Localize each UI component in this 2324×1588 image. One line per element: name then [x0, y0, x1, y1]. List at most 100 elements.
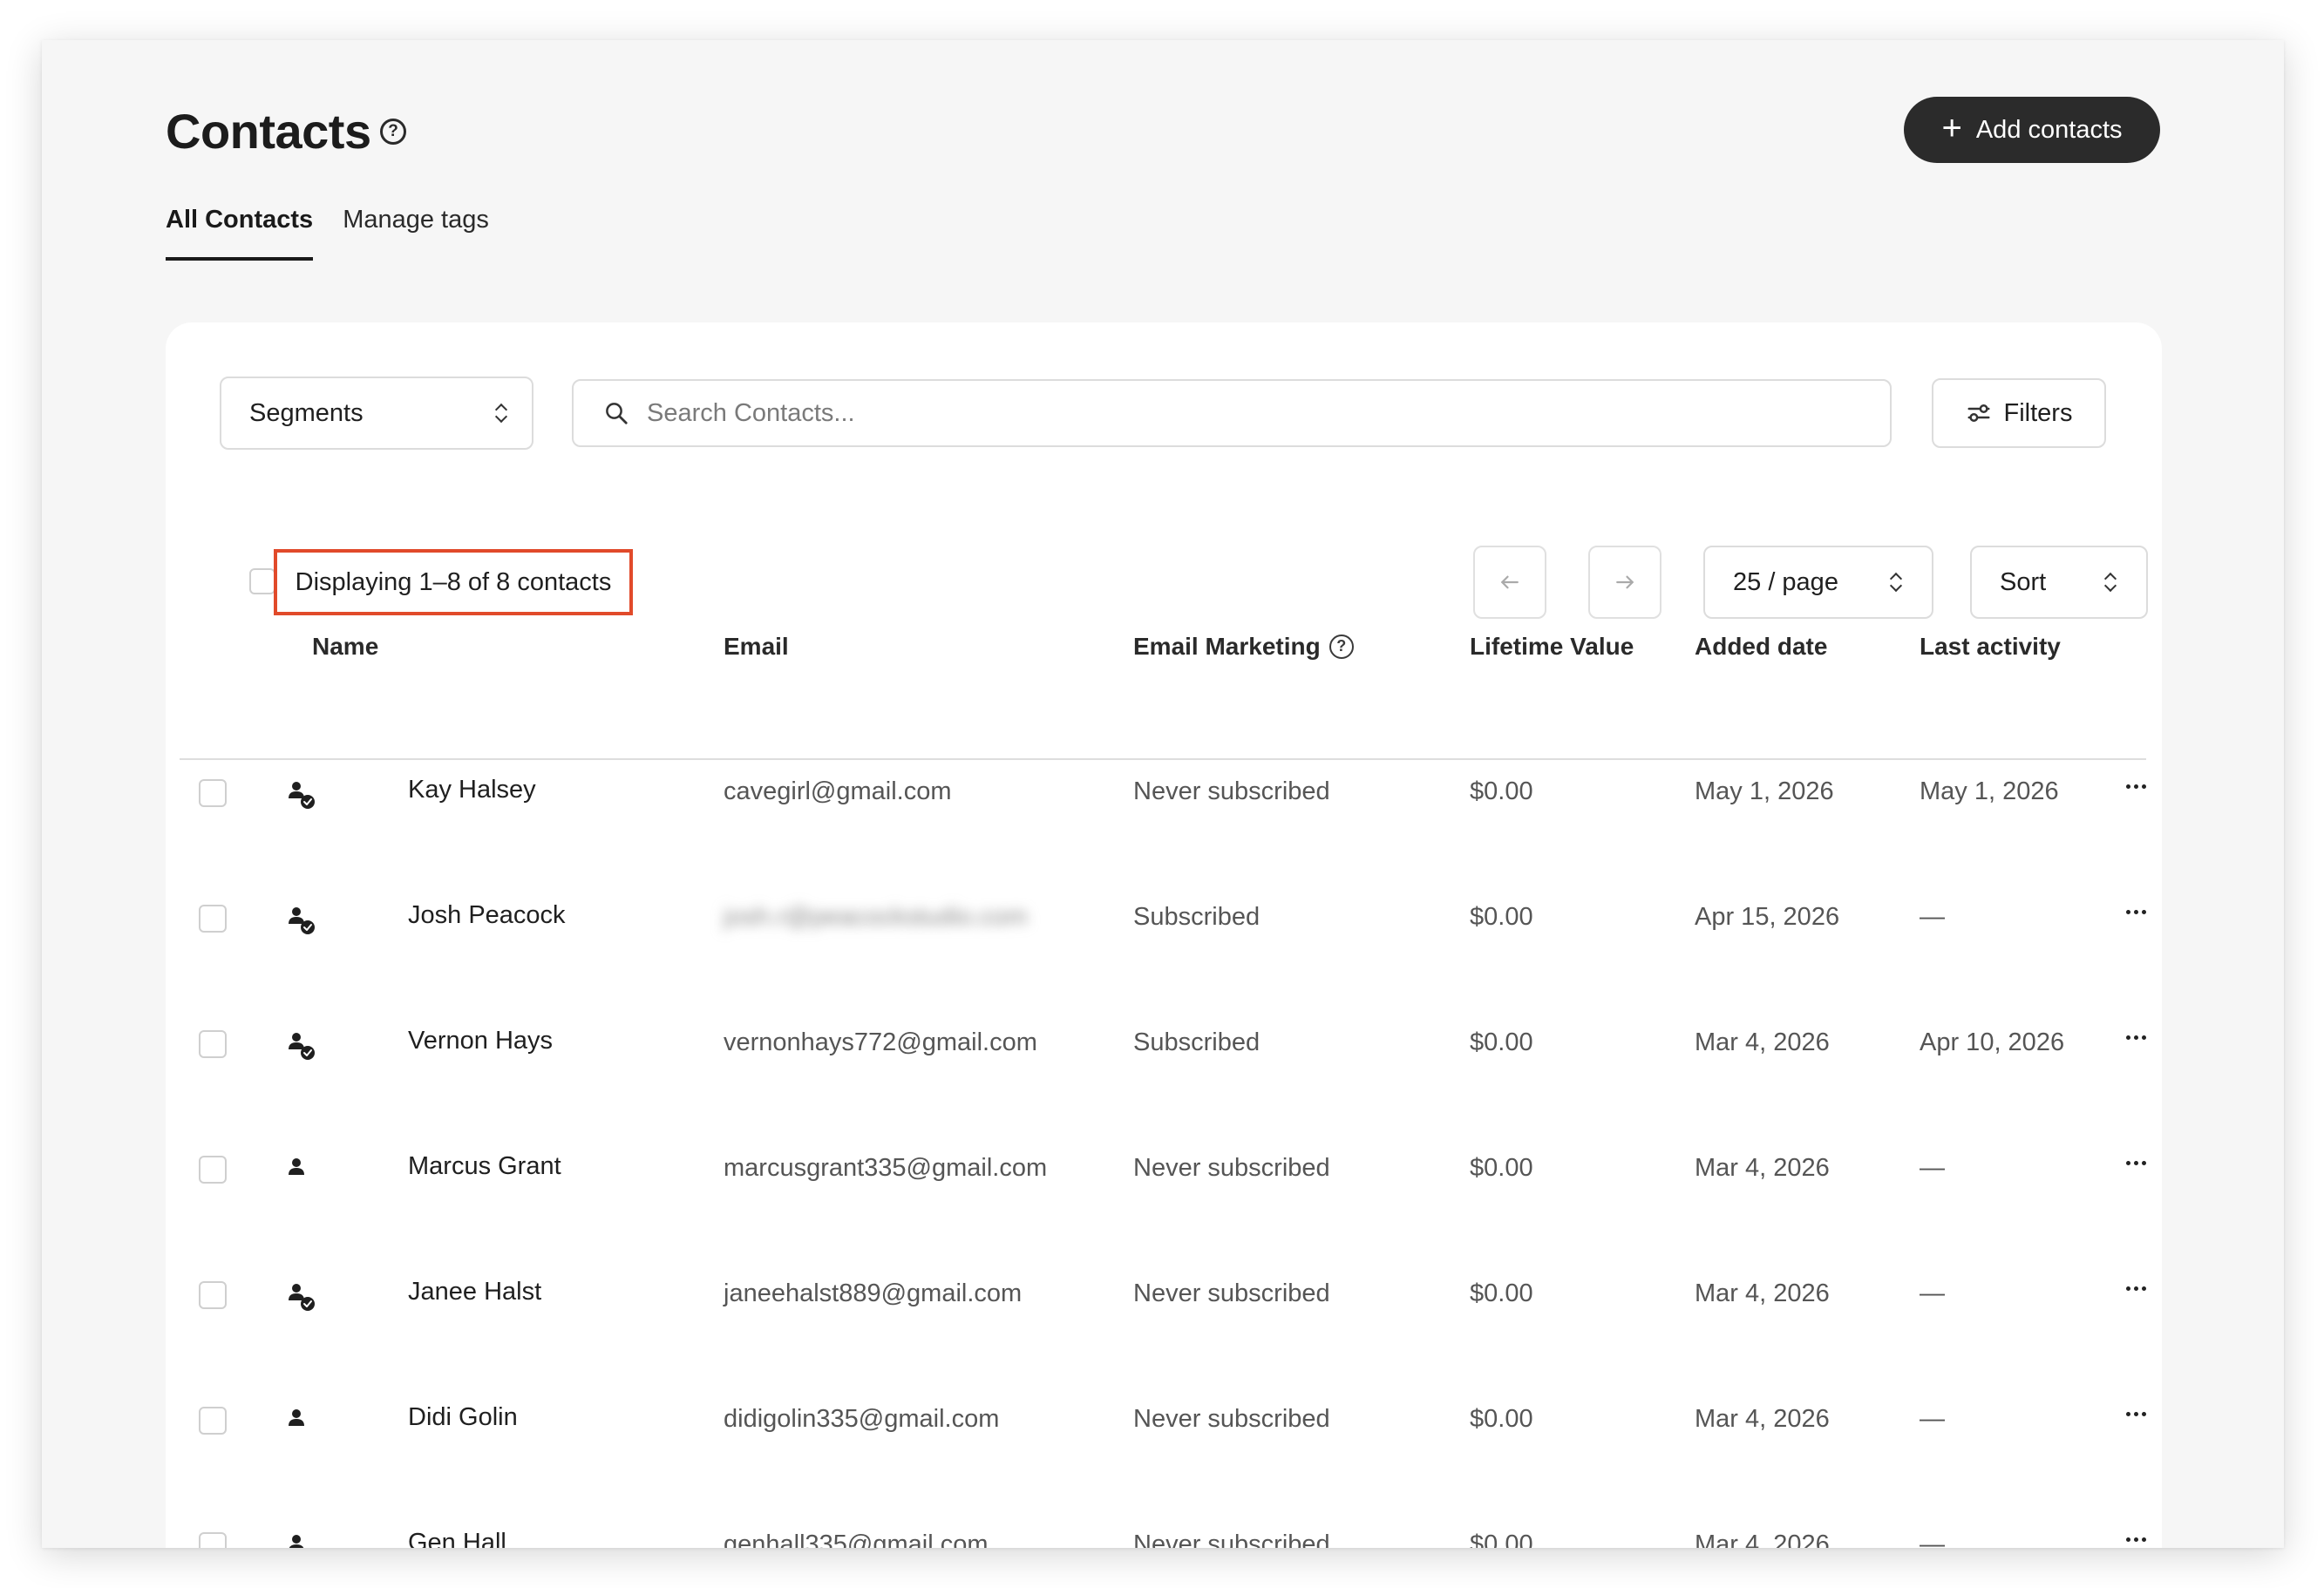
contact-email: vernonhays772@gmail.com — [724, 1028, 1037, 1056]
row-checkbox[interactable] — [199, 1030, 227, 1058]
last-activity: — — [1920, 1279, 1945, 1307]
sort-label: Sort — [2000, 567, 2047, 596]
prev-page-button[interactable] — [1473, 546, 1546, 619]
table-row[interactable]: Gen Hall genhall335@gmail.com Never subscr… — [166, 1483, 2162, 1548]
contact-email: genhall335@gmail.com — [724, 1530, 989, 1548]
more-options-icon[interactable] — [2118, 1527, 2153, 1548]
column-header-added-date[interactable]: Added date — [1695, 633, 1827, 661]
arrow-left-icon — [1501, 575, 1519, 589]
lifetime-value: $0.00 — [1470, 1279, 1533, 1307]
chevron-updown-icon — [2103, 572, 2117, 593]
more-options-icon[interactable] — [2118, 1276, 2153, 1300]
tab-all-contacts[interactable]: All Contacts — [166, 206, 314, 261]
email-marketing-label: Email Marketing — [1133, 633, 1321, 660]
search-input[interactable] — [647, 398, 1890, 428]
row-checkbox[interactable] — [199, 1407, 227, 1435]
row-checkbox[interactable] — [199, 1281, 227, 1309]
search-icon — [606, 403, 628, 424]
more-options-icon[interactable] — [2118, 1150, 2153, 1175]
added-date: Apr 15, 2026 — [1695, 903, 1840, 931]
app-window: Contacts ? + Add contacts All Contacts M… — [42, 40, 2284, 1548]
per-page-label: 25 / page — [1733, 567, 1838, 596]
contact-name[interactable]: Vernon Hays — [408, 1027, 553, 1055]
email-marketing-status: Subscribed — [1133, 903, 1261, 931]
sliders-icon — [1967, 404, 1990, 422]
row-checkbox[interactable] — [199, 1156, 227, 1184]
added-date: Mar 4, 2026 — [1695, 1405, 1830, 1433]
column-header-last-activity[interactable]: Last activity — [1920, 633, 2061, 661]
more-options-icon[interactable] — [2118, 774, 2153, 798]
contact-name[interactable]: Marcus Grant — [408, 1152, 561, 1181]
contact-name[interactable]: Didi Golin — [408, 1403, 518, 1432]
row-checkbox[interactable] — [199, 905, 227, 933]
table-row[interactable]: Kay Halsey cavegirl@gmail.com Never subscr… — [166, 730, 2162, 856]
lifetime-value: $0.00 — [1470, 777, 1533, 805]
table-row[interactable]: Josh Peacock josh.r@peacockstudio.com Subs… — [166, 856, 2162, 981]
lifetime-value: $0.00 — [1470, 1154, 1533, 1182]
email-marketing-status: Never subscribed — [1133, 1530, 1330, 1548]
search-box[interactable] — [572, 379, 1892, 447]
added-date: Mar 4, 2026 — [1695, 1028, 1830, 1056]
column-header-name[interactable]: Name — [312, 633, 378, 661]
more-options-icon[interactable] — [2118, 1401, 2153, 1426]
more-options-icon[interactable] — [2118, 899, 2153, 924]
arrow-right-icon — [1616, 575, 1634, 589]
contact-name[interactable]: Janee Halst — [408, 1278, 541, 1306]
column-header-email-marketing[interactable]: Email Marketing ? — [1133, 633, 1354, 661]
user-icon — [289, 1535, 304, 1548]
lifetime-value: $0.00 — [1470, 1405, 1533, 1433]
tab-bar: All Contacts Manage tags — [166, 206, 489, 261]
last-activity: — — [1920, 1405, 1945, 1433]
table-row[interactable]: Janee Halst janeehalst889@gmail.com Never … — [166, 1232, 2162, 1358]
filters-button[interactable]: Filters — [1932, 378, 2106, 448]
column-header-email[interactable]: Email — [724, 633, 789, 661]
user-verified-icon — [289, 907, 315, 934]
segments-select[interactable]: Segments — [220, 377, 533, 450]
contact-name[interactable]: Kay Halsey — [408, 776, 536, 804]
email-marketing-status: Never subscribed — [1133, 1405, 1330, 1433]
next-page-button[interactable] — [1588, 546, 1661, 619]
add-contacts-button[interactable]: + Add contacts — [1904, 97, 2160, 163]
per-page-select[interactable]: 25 / page — [1703, 546, 1933, 619]
display-count: Displaying 1–8 of 8 contacts — [274, 549, 633, 615]
row-checkbox[interactable] — [199, 1532, 227, 1548]
contact-name[interactable]: Josh Peacock — [408, 901, 566, 930]
help-icon[interactable]: ? — [1328, 635, 1354, 659]
user-verified-icon — [289, 1284, 315, 1311]
added-date: Mar 4, 2026 — [1695, 1279, 1830, 1307]
contacts-card: Segments Filters Displaying 1–8 of 8 con… — [166, 322, 2162, 1548]
added-date: May 1, 2026 — [1695, 777, 1834, 805]
email-marketing-status: Subscribed — [1133, 1028, 1261, 1056]
contact-email: didigolin335@gmail.com — [724, 1405, 1000, 1433]
more-options-icon[interactable] — [2118, 1025, 2153, 1049]
contact-email: janeehalst889@gmail.com — [724, 1279, 1023, 1307]
last-activity: — — [1920, 903, 1945, 931]
help-icon[interactable]: ? — [380, 119, 406, 145]
user-verified-icon — [289, 1033, 315, 1060]
add-contacts-label: Add contacts — [1975, 115, 2123, 144]
row-checkbox[interactable] — [199, 779, 227, 807]
contact-email: marcusgrant335@gmail.com — [724, 1154, 1048, 1182]
last-activity: Apr 10, 2026 — [1920, 1028, 2065, 1056]
contact-email: josh.r@peacockstudio.com — [724, 903, 1028, 931]
lifetime-value: $0.00 — [1470, 1028, 1533, 1056]
sort-select[interactable]: Sort — [1970, 546, 2148, 619]
last-activity: — — [1920, 1154, 1945, 1182]
email-marketing-status: Never subscribed — [1133, 1154, 1330, 1182]
table-row[interactable]: Didi Golin didigolin335@gmail.com Never su… — [166, 1358, 2162, 1483]
added-date: Mar 4, 2026 — [1695, 1154, 1830, 1182]
plus-icon: + — [1941, 109, 1962, 147]
contact-email: cavegirl@gmail.com — [724, 777, 952, 805]
segments-label: Segments — [249, 398, 364, 427]
chevron-updown-icon — [494, 403, 508, 424]
email-marketing-status: Never subscribed — [1133, 777, 1330, 805]
column-header-lifetime-value[interactable]: Lifetime Value — [1470, 633, 1634, 661]
table-row[interactable]: Vernon Hays vernonhays772@gmail.com Subscr… — [166, 981, 2162, 1107]
select-all-checkbox[interactable] — [249, 568, 275, 594]
last-activity: — — [1920, 1530, 1945, 1548]
contact-name[interactable]: Gen Hall — [408, 1529, 506, 1548]
table-row[interactable]: Marcus Grant marcusgrant335@gmail.com Neve… — [166, 1107, 2162, 1232]
tab-manage-tags[interactable]: Manage tags — [343, 206, 489, 261]
user-icon — [289, 1409, 304, 1426]
email-marketing-status: Never subscribed — [1133, 1279, 1330, 1307]
